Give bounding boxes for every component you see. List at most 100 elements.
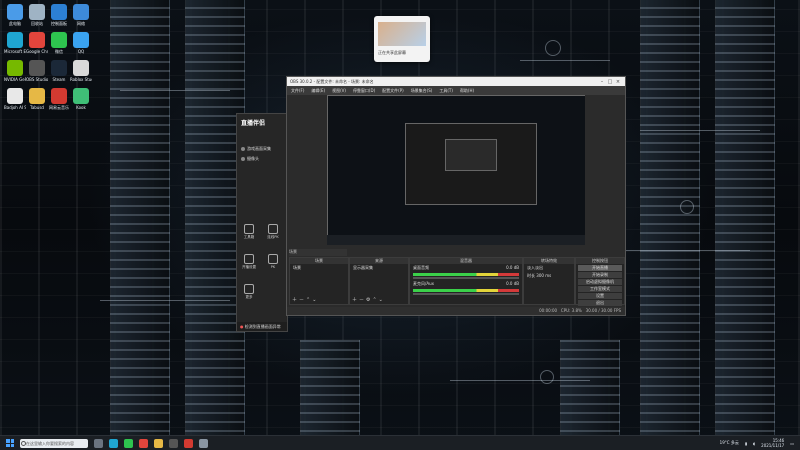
menu-item[interactable]: 编辑(E) [311, 88, 325, 94]
edge-icon[interactable] [109, 438, 118, 448]
start-button[interactable] [6, 439, 14, 447]
desktop-shortcut[interactable]: Tabusd [26, 88, 48, 110]
shortcut-label: Tabusd [30, 105, 44, 110]
desktop-shortcut[interactable]: Steam [48, 60, 70, 82]
wallpaper-circuit [540, 370, 554, 384]
tile-live-settings[interactable]: 开播设置 [240, 254, 258, 270]
transition-type[interactable]: 淡入淡出 [524, 264, 574, 272]
link-icon [268, 224, 278, 234]
task-view-icon[interactable] [94, 438, 103, 448]
taskbar-apps [88, 438, 208, 448]
transitions-panel[interactable]: 转场特效 淡入淡出 时长 300 ms [523, 257, 575, 305]
edge-icon [7, 32, 23, 48]
desktop-shortcut[interactable]: 控制面板 [48, 4, 70, 26]
shortcut-label: Steam [52, 77, 66, 82]
ai-icon [7, 88, 23, 104]
shortcut-label: Google Chrome [26, 49, 48, 54]
visibility-icon[interactable] [241, 157, 245, 161]
network-icon[interactable]: ▮ [745, 441, 747, 446]
menu-item[interactable]: 配置文件(P) [382, 88, 404, 94]
folder-icon [29, 88, 45, 104]
desktop-shortcut[interactable]: Microsoft Edge [4, 32, 26, 54]
menu-item[interactable]: 场景集合(S) [411, 88, 433, 94]
source-item-camera[interactable]: 摄像头 [241, 156, 259, 162]
tile-link-pk[interactable]: 连线PK [264, 224, 282, 240]
obs-preview[interactable] [327, 95, 585, 245]
chrome-icon [29, 32, 45, 48]
wallpaper-line [100, 300, 230, 301]
settings-icon[interactable] [199, 438, 208, 448]
obs-icon[interactable] [169, 438, 178, 448]
wallpaper-line [640, 130, 760, 131]
scene-item[interactable]: 场景 [290, 264, 348, 272]
mixer-track-desktop: 桌面音频 0.0 dB [413, 265, 519, 270]
wallpaper-rack [715, 0, 775, 450]
desktop-shortcut[interactable]: 微信 [48, 32, 70, 54]
live-companion-app[interactable]: 直播伴侣 游戏画面采集 摄像头 工具箱 连线PK 开播设置 PK 更多 ● 检测… [236, 113, 288, 332]
desktop-shortcut[interactable]: 网络 [70, 4, 92, 26]
music-icon[interactable] [184, 438, 193, 448]
mixer-panel[interactable]: 混音器 桌面音频 0.0 dB 麦克风/Aux 0.0 dB [409, 257, 523, 305]
more-icon [244, 284, 254, 294]
shortcut-label: OBS Studio [26, 77, 48, 82]
menu-item[interactable]: 文件(F) [291, 88, 304, 94]
menu-item[interactable]: 工具(T) [439, 88, 453, 94]
shortcut-label: QQ [77, 49, 85, 54]
sources-panel[interactable]: 来源 显示器采集 ＋－⚙⌃⌄ [349, 257, 409, 305]
settings-button[interactable]: 设置 [578, 293, 622, 299]
virtual-camera-button[interactable]: 启动虚拟摄像机 [578, 279, 622, 285]
desktop-shortcut[interactable]: Roblox Studio [70, 60, 92, 82]
shortcut-label: 微信 [55, 49, 63, 54]
maximize-icon[interactable]: □ [606, 79, 614, 85]
recycle-bin-icon [29, 4, 45, 20]
desktop-shortcut[interactable]: NVIDIA GeForce Experience [4, 60, 26, 82]
obs-titlebar[interactable]: OBS 30.0.2 - 配置文件: 未命名 - 场景: 未命名 – □ × [287, 77, 625, 86]
controls-panel[interactable]: 控制按钮 开始直播 开始录制 启动虚拟摄像机 工作室模式 设置 退出 [575, 257, 625, 306]
wechat-icon[interactable] [124, 438, 133, 448]
notifications-icon[interactable]: ▭ [790, 441, 794, 446]
roblox-icon [73, 60, 89, 76]
source-tools[interactable]: ＋－⚙⌃⌄ [352, 296, 385, 303]
start-streaming-button[interactable]: 开始直播 [578, 265, 622, 271]
wallpaper-rack [560, 340, 620, 450]
start-recording-button[interactable]: 开始录制 [578, 272, 622, 278]
clock[interactable]: 15:46 2021/11/17 [761, 438, 784, 448]
source-item[interactable]: 显示器采集 [350, 264, 408, 272]
desktop-shortcut[interactable]: 网易云音乐 [48, 88, 70, 110]
chrome-icon[interactable] [139, 438, 148, 448]
desktop-shortcut[interactable]: OBS Studio [26, 60, 48, 82]
scenes-panel[interactable]: 场景 场景 ＋－⌃⌄ [289, 257, 349, 305]
studio-mode-button[interactable]: 工作室模式 [578, 286, 622, 292]
obs-window[interactable]: OBS 30.0.2 - 配置文件: 未命名 - 场景: 未命名 – □ × 文… [286, 76, 626, 316]
desktop-shortcut[interactable]: 此电脑 [4, 4, 26, 26]
tile-pk[interactable]: PK [264, 254, 282, 269]
visibility-icon[interactable] [241, 147, 245, 151]
desktop-shortcut[interactable]: Kook [70, 88, 92, 110]
volume-slider[interactable] [413, 293, 519, 295]
minimize-icon[interactable]: – [598, 79, 606, 85]
source-item-game-capture[interactable]: 游戏画面采集 [241, 146, 271, 152]
tile-toolbox[interactable]: 工具箱 [240, 224, 258, 240]
file-explorer-icon[interactable] [154, 438, 163, 448]
shortcut-label: 控制面板 [51, 21, 67, 26]
taskbar-search[interactable]: 在这里输入你要搜索的内容 [20, 438, 88, 448]
desktop-shortcut[interactable]: 回收站 [26, 4, 48, 26]
transition-duration[interactable]: 时长 300 ms [524, 272, 574, 280]
network-icon [73, 4, 89, 20]
volume-slider[interactable] [413, 277, 519, 279]
desktop-shortcut[interactable]: Google Chrome [26, 32, 48, 54]
shortcut-label: 网易云音乐 [49, 105, 69, 110]
desktop-shortcut[interactable]: QQ [70, 32, 92, 54]
tile-more[interactable]: 更多 [240, 284, 258, 300]
exit-button[interactable]: 退出 [578, 300, 622, 306]
close-icon[interactable]: × [614, 79, 622, 85]
weather-widget[interactable]: 19°C 多云 [720, 440, 739, 446]
desktop-shortcut[interactable]: Badjoh AI Softwares [4, 88, 26, 110]
menu-item[interactable]: 视图(V) [332, 88, 346, 94]
screen-share-notification[interactable]: 正在共享此屏幕 [374, 16, 430, 62]
scene-tools[interactable]: ＋－⌃⌄ [292, 296, 318, 303]
volume-icon[interactable]: ◖ [753, 441, 755, 446]
menu-item[interactable]: 帮助(H) [460, 88, 474, 94]
settings-icon [244, 254, 254, 264]
menu-item[interactable]: 停靠窗口(D) [353, 88, 375, 94]
